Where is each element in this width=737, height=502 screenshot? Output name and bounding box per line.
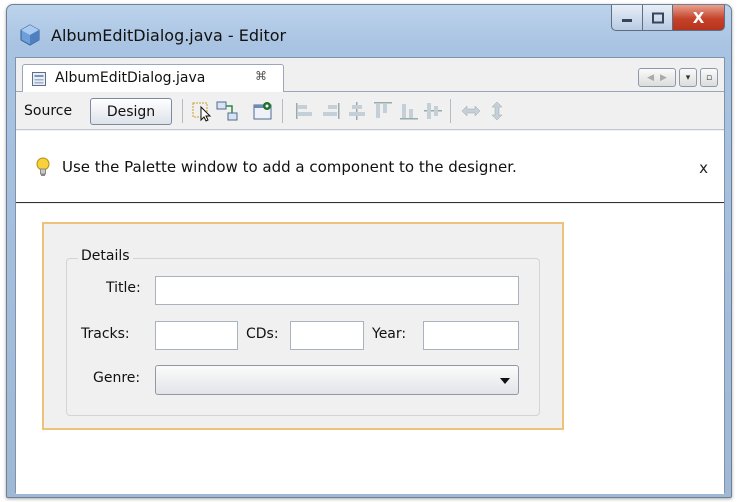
maximize-button[interactable] — [643, 5, 673, 31]
tab-album-edit-dialog[interactable]: AlbumEditDialog.java ⌘ — [22, 64, 284, 93]
align-right-icon[interactable] — [320, 100, 342, 122]
year-field[interactable] — [423, 321, 519, 350]
resize-vertical-icon[interactable] — [486, 100, 508, 122]
info-close-button[interactable]: x — [699, 159, 708, 177]
design-canvas[interactable]: Details Title: Tracks: CDs: Year: Genre: — [16, 204, 724, 494]
editor-client-area: AlbumEditDialog.java ⌘ ◀ ▶ ▾ ▫ Source De… — [15, 57, 725, 494]
scroll-left-icon[interactable]: ◀ — [647, 73, 654, 83]
minimize-button[interactable] — [611, 5, 643, 31]
info-bar: Use the Palette window to add a componen… — [16, 131, 724, 203]
editor-window: AlbumEditDialog.java - Editor X AlbumEdi… — [6, 4, 732, 498]
lightbulb-icon — [36, 157, 50, 176]
tab-navigation: ◀ ▶ ▾ ▫ — [638, 68, 718, 87]
designer-toolbar: Source Design — [16, 92, 724, 130]
close-window-button[interactable]: X — [673, 5, 725, 31]
restore-icon: ▫ — [705, 72, 713, 83]
center-vertically-icon[interactable] — [422, 100, 444, 122]
selection-mode-icon[interactable] — [192, 100, 214, 122]
close-icon: X — [692, 8, 705, 27]
editor-tab-strip: AlbumEditDialog.java ⌘ ◀ ▶ ▾ ▫ — [16, 58, 724, 93]
chevron-down-icon[interactable] — [500, 378, 510, 384]
center-horizontally-icon[interactable] — [346, 100, 368, 122]
tracks-field[interactable] — [155, 321, 238, 350]
connection-mode-icon[interactable] — [216, 100, 238, 122]
source-button[interactable]: Source — [24, 103, 72, 119]
window-title: AlbumEditDialog.java - Editor — [51, 26, 287, 45]
info-message: Use the Palette window to add a componen… — [62, 158, 517, 176]
form-file-icon — [32, 72, 46, 86]
title-label: Title: — [106, 280, 141, 296]
scroll-right-icon[interactable]: ▶ — [660, 73, 667, 83]
title-field[interactable] — [155, 276, 519, 305]
design-button[interactable]: Design — [90, 98, 172, 125]
dropdown-icon: ▾ — [685, 72, 691, 83]
toolbar-separator — [450, 99, 451, 123]
genre-label: Genre: — [93, 370, 141, 386]
align-bottom-icon[interactable] — [398, 100, 420, 122]
toolbar-separator — [182, 99, 183, 123]
details-group-title: Details — [78, 248, 133, 264]
genre-combobox[interactable] — [155, 365, 519, 395]
toolbar-separator — [282, 99, 283, 123]
resize-horizontal-icon[interactable] — [460, 100, 482, 122]
cds-field[interactable] — [290, 321, 364, 350]
tab-close-icon[interactable]: ⌘ — [255, 69, 267, 83]
preview-design-icon[interactable] — [252, 100, 274, 122]
align-left-icon[interactable] — [294, 100, 316, 122]
form-preview[interactable]: Details Title: Tracks: CDs: Year: Genre: — [42, 222, 564, 430]
maximize-icon — [651, 12, 664, 23]
tracks-label: Tracks: — [81, 326, 130, 342]
netbeans-cube-icon — [20, 24, 40, 46]
tab-list-button[interactable]: ▾ — [679, 68, 697, 87]
cds-label: CDs: — [246, 326, 279, 342]
tab-scroll-buttons[interactable]: ◀ ▶ — [638, 68, 676, 87]
caption-buttons: X — [611, 5, 725, 31]
restore-window-button[interactable]: ▫ — [700, 68, 718, 87]
year-label: Year: — [372, 326, 407, 342]
align-top-icon[interactable] — [372, 100, 394, 122]
minimize-icon — [622, 18, 632, 22]
title-bar[interactable]: AlbumEditDialog.java - Editor X — [7, 5, 731, 57]
tab-label: AlbumEditDialog.java — [55, 70, 206, 86]
